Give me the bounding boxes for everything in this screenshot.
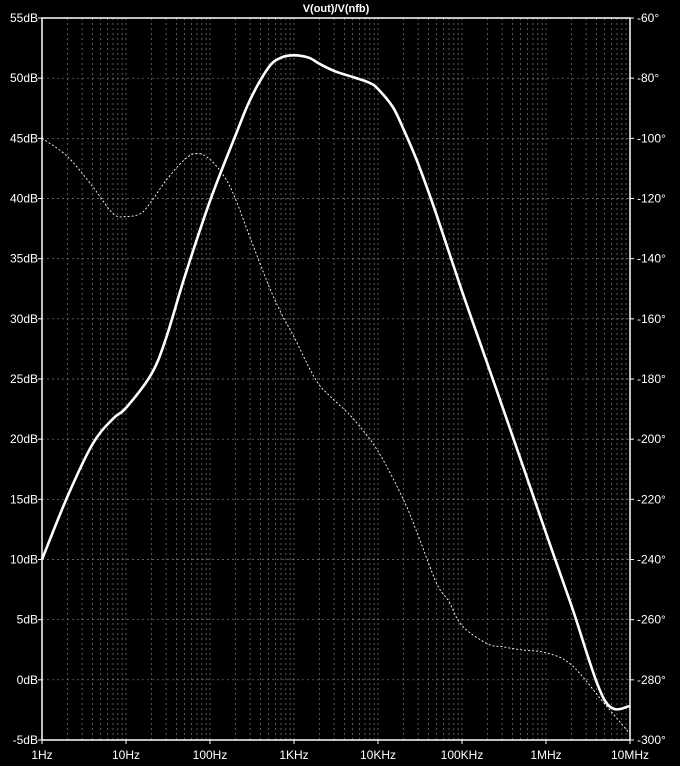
plot-background: [0, 0, 680, 766]
y-left-tick-label: 20dB: [10, 432, 38, 446]
y-right-tick-label: -160°: [637, 312, 666, 326]
y-right-tick-label: -260°: [637, 613, 666, 627]
y-left-tick-label: 30dB: [10, 312, 38, 326]
y-left-tick-label: 10dB: [10, 553, 38, 567]
y-right-tick-label: -220°: [637, 492, 666, 506]
y-right-tick-label: -80°: [637, 71, 659, 85]
x-tick-label: 100Hz: [193, 748, 228, 762]
y-left-tick-label: 55dB: [10, 11, 38, 25]
y-left-tick-label: 35dB: [10, 252, 38, 266]
y-right-tick-label: -280°: [637, 673, 666, 687]
y-right-tick-label: -60°: [637, 11, 659, 25]
y-left-tick-label: 15dB: [10, 492, 38, 506]
y-left-tick-label: 25dB: [10, 372, 38, 386]
y-right-tick-label: -200°: [637, 432, 666, 446]
bode-plot: V(out)/V(nfb) 55dB 50dB 45dB 40dB 35dB 30dB 25…: [0, 0, 680, 766]
x-tick-label: 1MHz: [530, 748, 561, 762]
x-tick-label: 1KHz: [279, 748, 308, 762]
x-tick-label: 1Hz: [31, 748, 52, 762]
y-left-tick-label: 0dB: [17, 673, 38, 687]
y-right-tick-label: -300°: [637, 733, 666, 747]
x-tick-label: 100KHz: [441, 748, 484, 762]
y-right-tick-label: -140°: [637, 252, 666, 266]
y-left-tick-label: 50dB: [10, 71, 38, 85]
chart-title: V(out)/V(nfb): [303, 3, 370, 15]
x-tick-label: 10MHz: [611, 748, 649, 762]
y-right-tick-label: -100°: [637, 131, 666, 145]
x-tick-label: 10Hz: [112, 748, 140, 762]
y-right-tick-label: -240°: [637, 553, 666, 567]
y-left-tick-label: 5dB: [17, 613, 38, 627]
y-left-tick-label: 45dB: [10, 131, 38, 145]
y-right-tick-label: -120°: [637, 192, 666, 206]
x-tick-label: 10KHz: [360, 748, 396, 762]
y-left-tick-label: -5dB: [13, 733, 38, 747]
y-left-tick-label: 40dB: [10, 192, 38, 206]
y-right-tick-label: -180°: [637, 372, 666, 386]
